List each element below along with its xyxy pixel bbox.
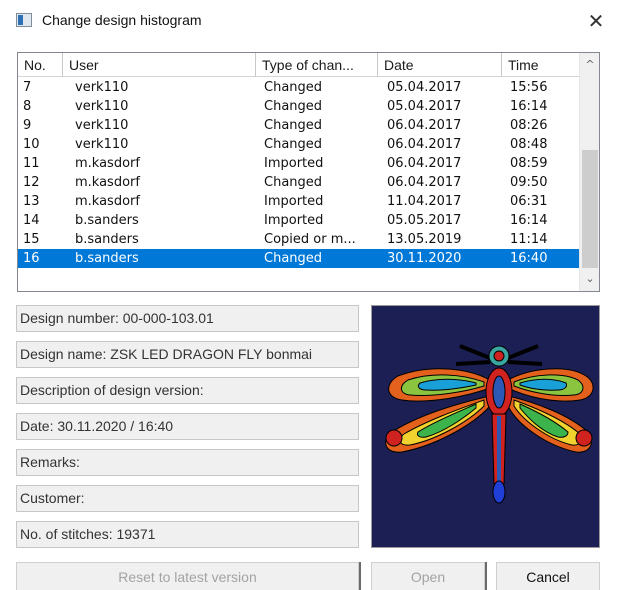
column-header-no[interactable]: No.	[18, 53, 63, 77]
title-bar: Change design histogram ✕	[0, 0, 619, 44]
scroll-thumb[interactable]	[582, 150, 598, 268]
cell-type: Changed	[264, 80, 323, 95]
list-header: No. User Type of chan... Date Time	[18, 53, 580, 77]
cell-time: 16:14	[510, 213, 548, 228]
cell-date: 06.04.2017	[387, 175, 462, 190]
table-row[interactable]: 7 verk110 Changed 05.04.2017 15:56	[18, 78, 580, 97]
cell-time: 11:14	[510, 232, 548, 247]
design-preview	[371, 305, 600, 548]
cell-user: b.sanders	[75, 213, 139, 228]
cell-no: 7	[23, 80, 32, 95]
open-button[interactable]: Open	[371, 562, 485, 590]
cell-user: b.sanders	[75, 232, 139, 247]
close-button[interactable]: ✕	[583, 8, 609, 34]
cell-no: 10	[23, 137, 40, 152]
cell-no: 11	[23, 156, 40, 171]
date-field: Date: 30.11.2020 / 16:40	[16, 413, 359, 440]
column-header-user[interactable]: User	[63, 53, 256, 77]
column-header-date[interactable]: Date	[378, 53, 502, 77]
cancel-button[interactable]: Cancel	[496, 562, 600, 590]
cell-type: Changed	[264, 118, 323, 133]
app-window-icon	[16, 13, 32, 27]
cell-time: 06:31	[510, 194, 548, 209]
button-separator	[485, 562, 487, 590]
table-row[interactable]: 12 m.kasdorf Changed 06.04.2017 09:50	[18, 173, 580, 192]
cell-time: 09:50	[510, 175, 548, 190]
button-separator	[359, 562, 361, 590]
cell-user: verk110	[75, 80, 129, 95]
cell-no: 8	[23, 99, 32, 114]
cell-no: 14	[23, 213, 40, 228]
remarks-field: Remarks:	[16, 449, 359, 476]
design-name-field: Design name: ZSK LED DRAGON FLY bonmai	[16, 341, 359, 368]
cell-user: verk110	[75, 99, 129, 114]
cell-date: 06.04.2017	[387, 156, 462, 171]
cell-type: Changed	[264, 99, 323, 114]
table-row[interactable]: 10 verk110 Changed 06.04.2017 08:48	[18, 135, 580, 154]
cell-time: 08:26	[510, 118, 548, 133]
cell-type: Changed	[264, 251, 323, 266]
dialog-title: Change design histogram	[42, 12, 202, 28]
cell-no: 16	[23, 251, 40, 266]
table-row[interactable]: 14 b.sanders Imported 05.05.2017 16:14	[18, 211, 580, 230]
cell-user: verk110	[75, 137, 129, 152]
cell-time: 16:40	[510, 251, 548, 266]
scroll-down-arrow-icon[interactable]: ⌄	[580, 269, 599, 289]
cell-no: 15	[23, 232, 40, 247]
cell-date: 06.04.2017	[387, 118, 462, 133]
cell-date: 11.04.2017	[387, 194, 462, 209]
dragonfly-preview-icon	[385, 344, 594, 504]
cell-type: Changed	[264, 175, 323, 190]
cell-type: Imported	[264, 194, 324, 209]
cell-type: Imported	[264, 213, 324, 228]
cell-no: 13	[23, 194, 40, 209]
cell-type: Imported	[264, 156, 324, 171]
list-rows: 7 verk110 Changed 05.04.2017 15:56 8 verk110 Ch…	[18, 78, 580, 268]
table-row[interactable]: 11 m.kasdorf Imported 06.04.2017 08:59	[18, 154, 580, 173]
cell-user: b.sanders	[75, 251, 139, 266]
customer-field: Customer:	[16, 485, 359, 512]
table-row[interactable]: 15 b.sanders Copied or m... 13.05.2019 11:14	[18, 230, 580, 249]
scroll-up-arrow-icon[interactable]: ^	[580, 55, 599, 75]
cell-user: verk110	[75, 118, 129, 133]
cell-type: Copied or m...	[264, 232, 356, 247]
cell-user: m.kasdorf	[75, 175, 140, 190]
cell-date: 05.04.2017	[387, 80, 462, 95]
table-row[interactable]: 9 verk110 Changed 06.04.2017 08:26	[18, 116, 580, 135]
cell-time: 15:56	[510, 80, 548, 95]
cell-user: m.kasdorf	[75, 156, 140, 171]
reset-to-latest-button[interactable]: Reset to latest version	[16, 562, 359, 590]
cell-type: Changed	[264, 137, 323, 152]
cell-date: 05.05.2017	[387, 213, 462, 228]
cell-date: 13.05.2019	[387, 232, 462, 247]
table-row[interactable]: 13 m.kasdorf Imported 11.04.2017 06:31	[18, 192, 580, 211]
cell-time: 08:48	[510, 137, 548, 152]
vertical-scrollbar[interactable]: ^ ⌄	[579, 53, 599, 291]
cell-user: m.kasdorf	[75, 194, 140, 209]
cell-date: 30.11.2020	[387, 251, 462, 266]
cell-time: 16:14	[510, 99, 548, 114]
cell-time: 08:59	[510, 156, 548, 171]
cell-no: 9	[23, 118, 32, 133]
table-row[interactable]: 16 b.sanders Changed 30.11.2020 16:40	[18, 249, 580, 268]
cell-no: 12	[23, 175, 40, 190]
cell-date: 05.04.2017	[387, 99, 462, 114]
table-row[interactable]: 8 verk110 Changed 05.04.2017 16:14	[18, 97, 580, 116]
history-list[interactable]: No. User Type of chan... Date Time 7 verk…	[17, 52, 600, 292]
column-header-type[interactable]: Type of chan...	[256, 53, 378, 77]
description-field: Description of design version:	[16, 377, 359, 404]
design-number-field: Design number: 00-000-103.01	[16, 305, 359, 332]
stitches-field: No. of stitches: 19371	[16, 521, 359, 548]
column-header-time[interactable]: Time	[502, 53, 580, 77]
cell-date: 06.04.2017	[387, 137, 462, 152]
